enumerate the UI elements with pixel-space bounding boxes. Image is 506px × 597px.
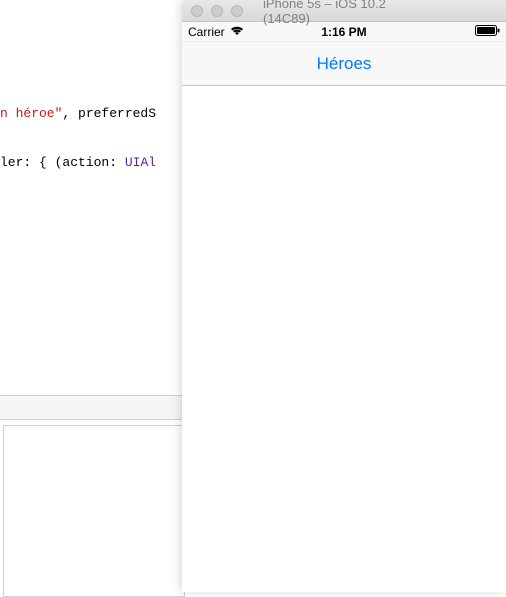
code-line: ler: { (action: UIAl (0, 153, 156, 173)
wifi-icon (230, 25, 244, 39)
window-title: iPhone 5s – iOS 10.2 (14C89) (263, 0, 425, 26)
status-left: Carrier (188, 25, 244, 39)
code-text: , preferredS (62, 106, 156, 121)
status-time: 1:16 PM (321, 25, 366, 39)
zoom-button[interactable] (231, 5, 243, 17)
type-identifier: UIAl (125, 155, 156, 170)
code-text: { (action: (39, 155, 125, 170)
console-toolbar (0, 395, 182, 420)
string-literal: n héroe" (0, 106, 62, 121)
carrier-label: Carrier (188, 25, 225, 39)
ios-content-area[interactable] (182, 86, 506, 592)
heroes-title-button[interactable]: Héroes (317, 54, 372, 74)
ios-navigation-bar: Héroes (182, 42, 506, 86)
console-area[interactable] (3, 425, 185, 597)
minimize-button[interactable] (211, 5, 223, 17)
ios-simulator-window: iPhone 5s – iOS 10.2 (14C89) Carrier 1:1… (182, 0, 506, 592)
window-titlebar[interactable]: iPhone 5s – iOS 10.2 (14C89) (182, 0, 506, 22)
code-line: n héroe", preferredS (0, 104, 156, 124)
battery-icon (475, 25, 500, 39)
code-text: ler: (0, 155, 39, 170)
status-right (475, 25, 500, 39)
traffic-lights (182, 5, 243, 17)
close-button[interactable] (191, 5, 203, 17)
ios-status-bar: Carrier 1:16 PM (182, 22, 506, 42)
